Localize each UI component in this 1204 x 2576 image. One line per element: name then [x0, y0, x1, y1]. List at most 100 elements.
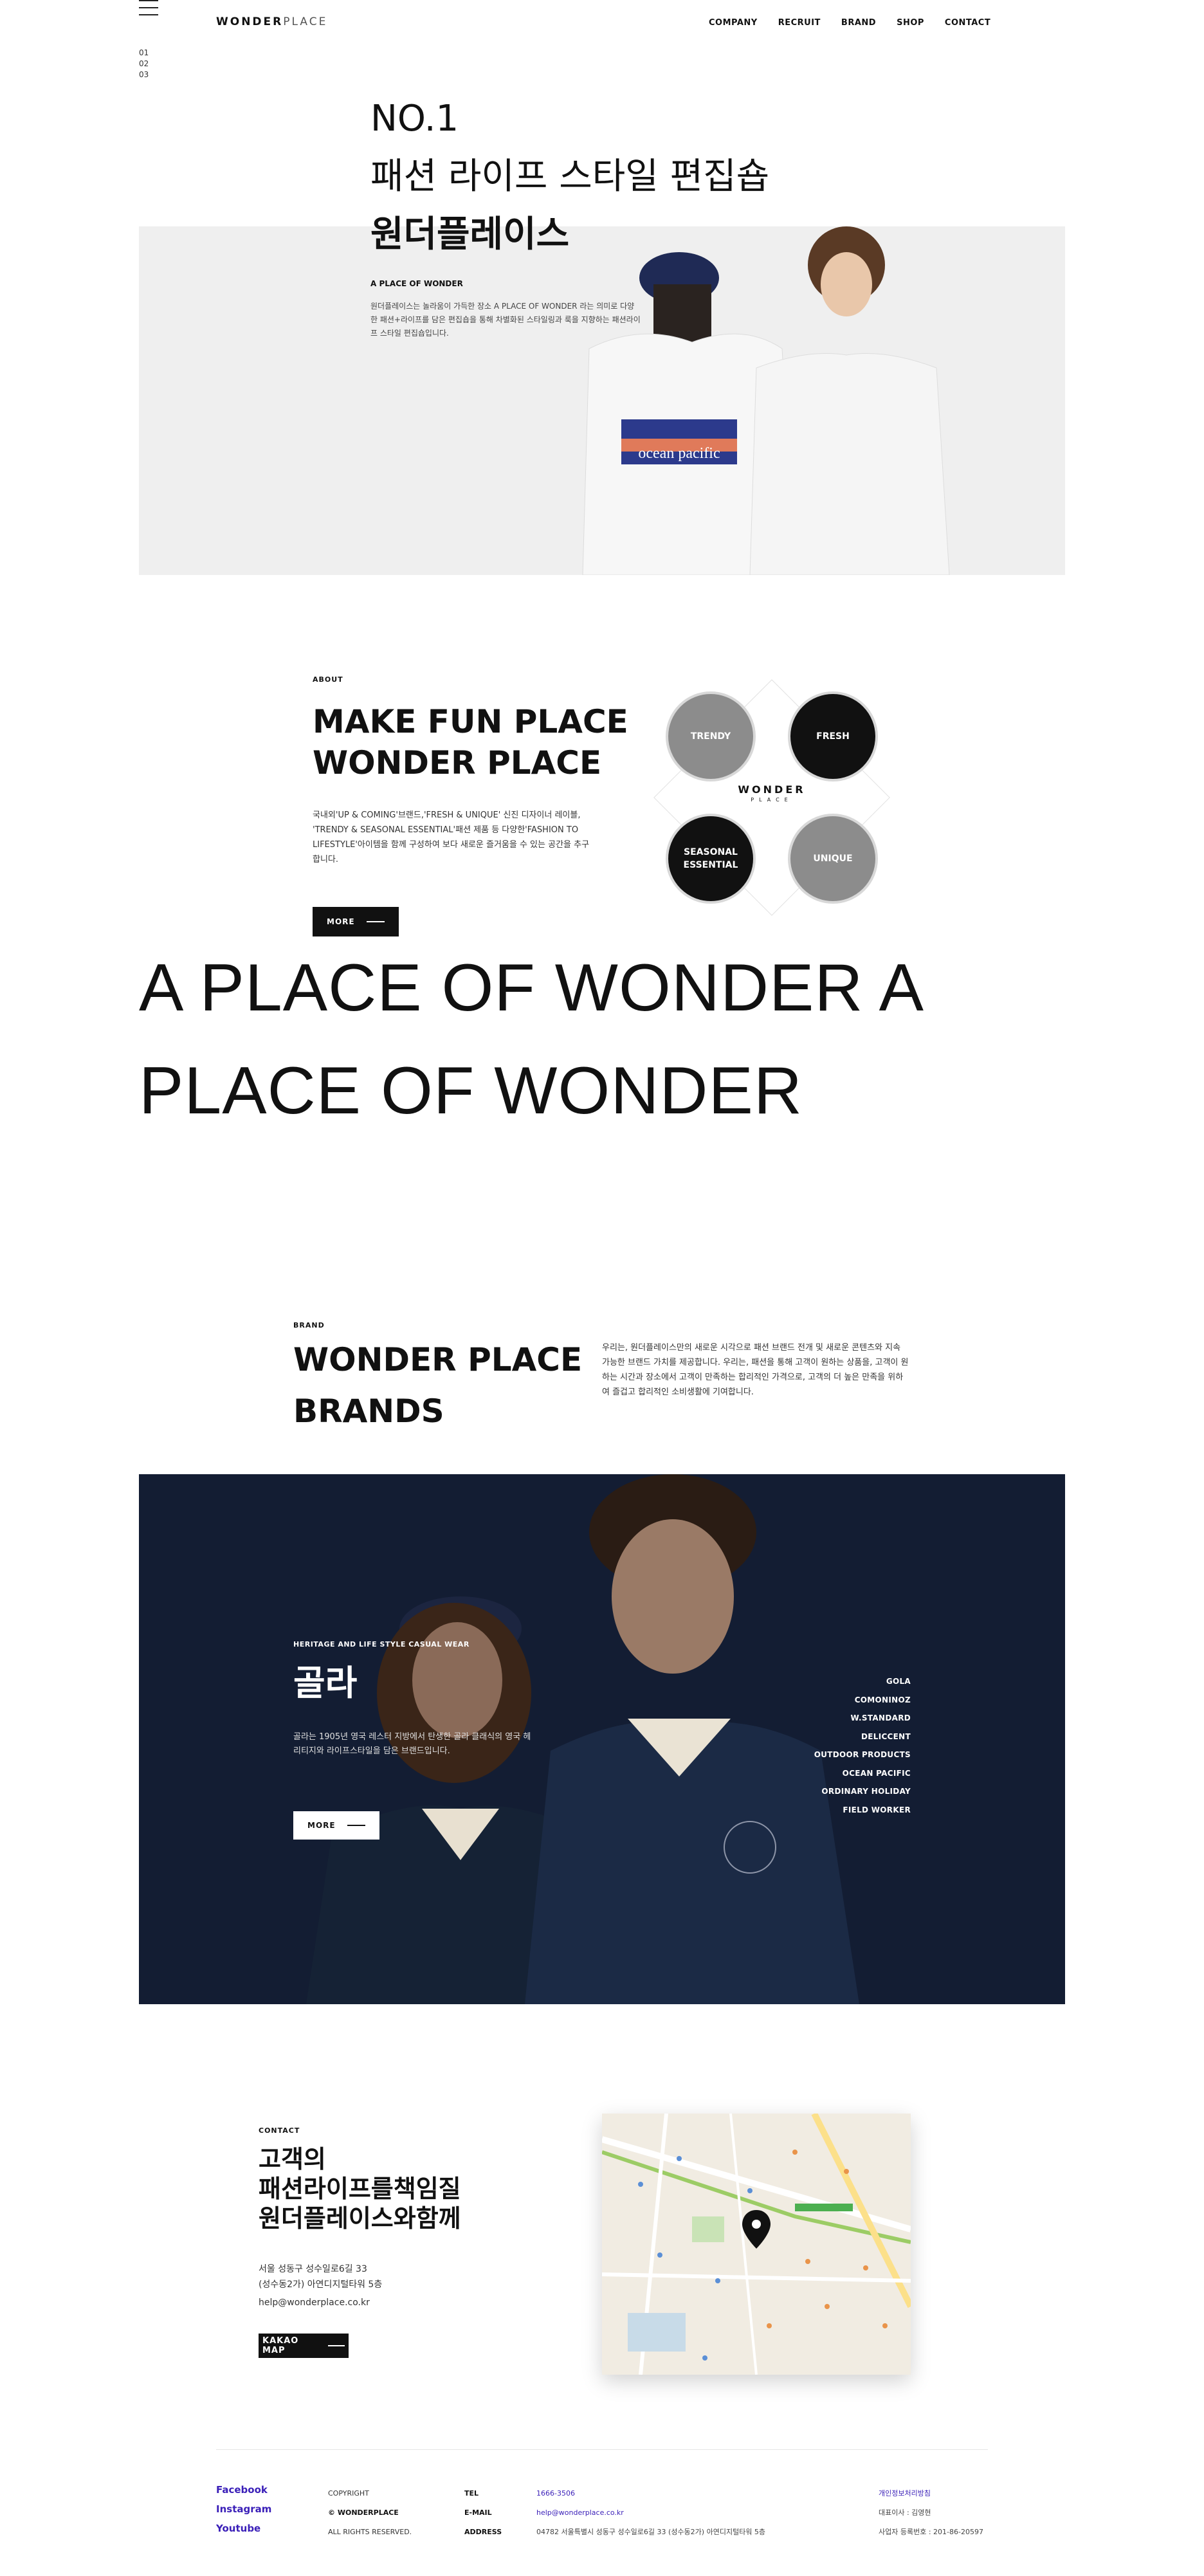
privacy-policy-link[interactable]: 개인정보처리방침	[879, 2484, 988, 2503]
copyright-company: © WONDERPLACE	[328, 2508, 399, 2517]
footer-email-row: E-MAIL help@wonderplace.co.kr	[464, 2503, 765, 2523]
about-description: 국내외'UP & COMING'브랜드,'FRESH & UNIQUE' 신진 …	[313, 810, 590, 864]
hero-title: NO.1 패션 라이프 스타일 편집숍 원더플레이스	[370, 90, 769, 264]
svg-text:ocean pacific: ocean pacific	[638, 445, 720, 462]
hero-image: ocean pacific	[139, 226, 1065, 575]
footer-tel-row: TEL 1666-3506	[464, 2484, 765, 2503]
brand-list: GOLA COMONINOZ W.STANDARD DELICCENT OUTD…	[769, 1672, 911, 1819]
marquee-text: A PLACE OF WONDER A PLACE OF WONDER	[139, 951, 921, 1128]
nav-company[interactable]: COMPANY	[709, 18, 758, 28]
logo-bold: WONDER	[216, 15, 284, 28]
brand-item-outdoor-products[interactable]: OUTDOOR PRODUCTS	[769, 1746, 911, 1764]
tel-value[interactable]: 1666-3506	[536, 2484, 575, 2503]
footer-sns: Facebook Instagram Youtube	[216, 2480, 271, 2538]
contact-label: CONTACT	[259, 2126, 300, 2135]
about-title: MAKE FUN PLACE WONDER PLACE	[313, 703, 628, 781]
nav-recruit[interactable]: RECRUIT	[778, 18, 821, 28]
brand-description: 우리는, 원더플레이스만의 새로운 시각으로 패션 브랜드 전개 및 새로운 콘…	[602, 1343, 909, 1397]
pager-item-3[interactable]: 03	[139, 69, 149, 80]
circle-seasonal: SEASONAL ESSENTIAL	[666, 814, 756, 904]
main-nav: COMPANY RECRUIT BRAND SHOP CONTACT	[709, 18, 1011, 28]
footer-address-row: ADDRESS 04782 서울특별시 성동구 성수일로6길 33 (성수동2가…	[464, 2523, 765, 2542]
hero-line-3: 원더플레이스	[370, 214, 570, 255]
business-number: 사업자 등록번호 : 201-86-20597	[879, 2528, 983, 2536]
contact-title-line-1: 고객의	[259, 2145, 326, 2173]
contact-address: 서울 성동구 성수일로6길 33 (성수동2가) 아연디지털타워 5층	[259, 2261, 382, 2292]
footer-copyright: COPYRIGHT © WONDERPLACE ALL RIGHTS RESER…	[328, 2484, 412, 2542]
kakao-map-label: KAKAO MAP	[262, 2336, 299, 2355]
brand-title-line-2: BRANDS	[293, 1393, 444, 1430]
featured-brand-name: 골라	[293, 1663, 358, 1703]
diamond-logo-sub: PLACE	[751, 797, 793, 803]
about-diamond: TRENDY FRESH SEASONAL ESSENTIAL UNIQUE W…	[650, 675, 894, 920]
menu-icon[interactable]	[139, 0, 158, 19]
hero-description: 원더플레이스는 놀라움이 가득한 장소 A PLACE OF WONDER 라는…	[370, 302, 641, 338]
about-more-label: MORE	[327, 917, 355, 926]
brand-item-ordinary-holiday[interactable]: ORDINARY HOLIDAY	[769, 1782, 911, 1801]
about-more-button[interactable]: MORE	[313, 907, 399, 936]
brand-title-line-1: WONDER PLACE	[293, 1341, 583, 1378]
hero-line-1: NO.1	[370, 98, 459, 140]
brand-item-deliccent[interactable]: DELICCENT	[769, 1728, 911, 1746]
address-label: ADDRESS	[464, 2528, 502, 2536]
brand-label: BRAND	[293, 1321, 325, 1329]
contact-address-line-2: (성수동2가) 아연디지털타워 5층	[259, 2279, 383, 2290]
logo-thin: PLACE	[283, 15, 328, 28]
arrow-line-icon	[366, 921, 385, 922]
hero-subtitle: A PLACE OF WONDER	[370, 279, 463, 288]
brand-item-field-worker[interactable]: FIELD WORKER	[769, 1801, 911, 1820]
email-label: E-MAIL	[464, 2508, 492, 2517]
kakao-map-button[interactable]: KAKAO MAP	[259, 2334, 349, 2358]
circle-trendy-label: TRENDY	[690, 731, 731, 742]
email-value[interactable]: help@wonderplace.co.kr	[536, 2503, 624, 2523]
arrow-line-icon	[347, 1825, 365, 1826]
about-label: ABOUT	[313, 675, 343, 684]
tel-label: TEL	[464, 2489, 479, 2498]
youtube-link[interactable]: Youtube	[216, 2519, 271, 2538]
contact-address-line-1: 서울 성동구 성수일로6길 33	[259, 2264, 367, 2274]
logo[interactable]: WONDERPLACE	[216, 15, 327, 28]
hero-models-illustration: ocean pacific	[139, 226, 1065, 575]
contact-title-line-3: 원더플레이스와함께	[259, 2204, 461, 2233]
circle-unique: UNIQUE	[788, 814, 878, 904]
location-map[interactable]	[602, 2114, 911, 2375]
ceo-info: 대표이사 : 김영현	[879, 2508, 931, 2517]
facebook-link[interactable]: Facebook	[216, 2480, 271, 2499]
brand-featured-image	[139, 1474, 1065, 2004]
brand-item-comoninoz[interactable]: COMONINOZ	[769, 1691, 911, 1710]
brand-more-label: MORE	[307, 1821, 336, 1830]
footer-company-info: 개인정보처리방침 대표이사 : 김영현 사업자 등록번호 : 201-86-20…	[879, 2484, 988, 2542]
contact-email[interactable]: help@wonderplace.co.kr	[259, 2297, 370, 2308]
pager-item-1[interactable]: 01	[139, 48, 149, 59]
copyright-label: COPYRIGHT	[328, 2489, 369, 2498]
brand-item-wstandard[interactable]: W.STANDARD	[769, 1709, 911, 1728]
brand-item-gola[interactable]: GOLA	[769, 1672, 911, 1691]
instagram-link[interactable]: Instagram	[216, 2499, 271, 2519]
address-value: 04782 서울특별시 성동구 성수일로6길 33 (성수동2가) 아연디지털타…	[536, 2528, 766, 2536]
circle-trendy: TRENDY	[666, 691, 756, 781]
nav-brand[interactable]: BRAND	[841, 18, 876, 28]
footer-divider	[216, 2449, 988, 2450]
featured-brand-description: 골라는 1905년 영국 레스터 지방에서 탄생한 골라 클래식의 영국 헤리티…	[293, 1732, 531, 1756]
hero-line-2: 패션 라이프 스타일 편집숍	[370, 156, 770, 197]
map-illustration	[602, 2114, 911, 2375]
featured-brand-subtitle: HERITAGE AND LIFE STYLE CASUAL WEAR	[293, 1640, 470, 1649]
contact-title-line-2: 패션라이프를책임질	[259, 2175, 461, 2203]
circle-fresh-label: FRESH	[816, 731, 850, 742]
circle-seasonal-label: SEASONAL ESSENTIAL	[683, 847, 738, 870]
copyright-rights: ALL RIGHTS RESERVED.	[328, 2528, 412, 2536]
footer-info: TEL 1666-3506 E-MAIL help@wonderplace.co…	[464, 2484, 765, 2542]
brand-more-button[interactable]: MORE	[293, 1811, 379, 1840]
brand-title: WONDER PLACE BRANDS	[293, 1334, 582, 1437]
circle-unique-label: UNIQUE	[813, 854, 853, 864]
nav-contact[interactable]: CONTACT	[945, 18, 990, 28]
diamond-logo-text: WONDER	[738, 783, 806, 796]
brand-item-ocean-pacific[interactable]: OCEAN PACIFIC	[769, 1764, 911, 1783]
circle-fresh: FRESH	[788, 691, 878, 781]
nav-shop[interactable]: SHOP	[897, 18, 924, 28]
section-pager: 01 02 03	[139, 48, 149, 80]
brand-models-illustration	[139, 1474, 1065, 2004]
pager-item-2[interactable]: 02	[139, 59, 149, 69]
diamond-logo: WONDER PLACE	[727, 783, 817, 803]
arrow-line-icon	[327, 2345, 345, 2346]
